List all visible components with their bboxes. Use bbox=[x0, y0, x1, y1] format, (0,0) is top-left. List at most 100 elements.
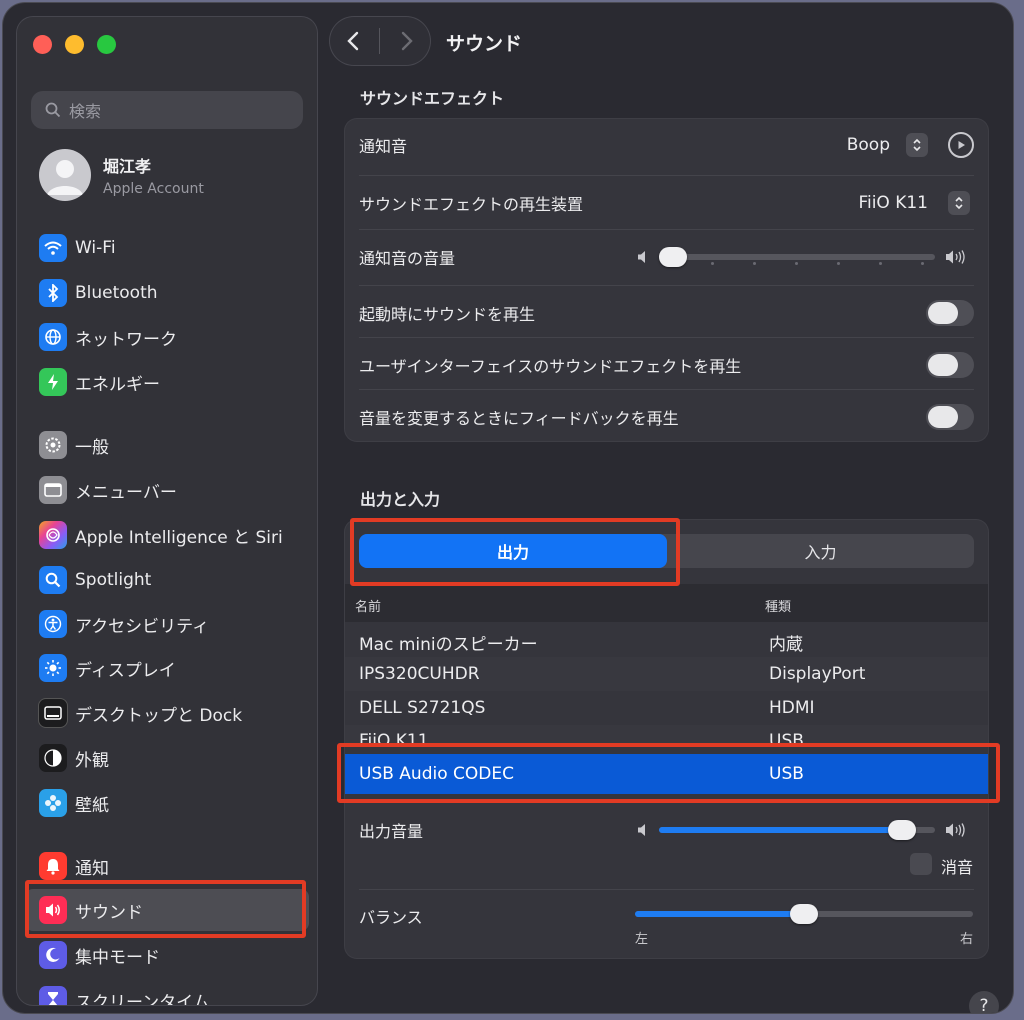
sidebar-item-label: ディスプレイ bbox=[75, 660, 176, 681]
sidebar-item-label: 集中モード bbox=[75, 947, 160, 968]
sidebar-item-network[interactable]: ネットワーク bbox=[25, 316, 309, 358]
chevron-right-icon bbox=[401, 31, 413, 51]
sidebar-item-label: 壁紙 bbox=[75, 795, 109, 816]
sidebar-item-label: Bluetooth bbox=[75, 283, 158, 303]
tab-input[interactable]: 入力 bbox=[667, 534, 974, 568]
startup-sound-label: 起動時にサウンドを再生 bbox=[359, 305, 536, 324]
sun-icon bbox=[39, 654, 67, 682]
sidebar-item-bluetooth[interactable]: Bluetooth bbox=[25, 272, 309, 314]
battery-bolt-icon bbox=[39, 368, 67, 396]
sidebar-item-focus[interactable]: 集中モード bbox=[25, 934, 309, 976]
magnifier-icon bbox=[39, 566, 67, 594]
page-title: サウンド bbox=[446, 33, 523, 55]
sidebar-item-accessibility[interactable]: アクセシビリティ bbox=[25, 603, 309, 645]
ui-sound-label: ユーザインターフェイスのサウンドエフェクトを再生 bbox=[359, 357, 742, 376]
menubar-icon bbox=[39, 476, 67, 504]
sidebar-item-general[interactable]: 一般 bbox=[25, 424, 309, 466]
output-volume-slider[interactable] bbox=[659, 820, 935, 840]
table-row[interactable]: IPS320CUHDR DisplayPort bbox=[345, 657, 988, 691]
sidebar-item-desktop-dock[interactable]: デスクトップと Dock bbox=[25, 692, 309, 734]
sidebar-item-screen-time[interactable]: スクリーンタイム bbox=[25, 979, 309, 1005]
balance-knob[interactable] bbox=[790, 904, 818, 924]
output-volume-row: 出力音量 bbox=[345, 804, 988, 856]
chevron-left-icon bbox=[346, 31, 358, 51]
volume-feedback-toggle[interactable] bbox=[926, 404, 974, 430]
sidebar-item-label: エネルギー bbox=[75, 374, 160, 395]
search-placeholder: 検索 bbox=[69, 102, 102, 121]
help-button[interactable]: ? bbox=[969, 991, 999, 1013]
appearance-icon bbox=[39, 744, 67, 772]
bluetooth-icon bbox=[39, 279, 67, 307]
output-volume-label: 出力音量 bbox=[359, 822, 424, 841]
output-volume-fill bbox=[659, 827, 902, 833]
sidebar-item-label: デスクトップと Dock bbox=[75, 705, 243, 726]
globe-icon bbox=[39, 323, 67, 351]
alert-volume-slider[interactable] bbox=[659, 247, 935, 267]
sidebar-item-siri[interactable]: Apple Intelligence と Siri bbox=[25, 514, 309, 556]
close-button[interactable] bbox=[33, 35, 52, 54]
alert-volume-row: 通知音の音量 bbox=[345, 231, 988, 283]
hourglass-icon bbox=[39, 986, 67, 1005]
sidebar-item-menubar[interactable]: メニューバー bbox=[25, 469, 309, 511]
sound-effects-title: サウンドエフェクト bbox=[360, 89, 505, 108]
startup-sound-row: 起動時にサウンドを再生 bbox=[345, 287, 988, 339]
account-name: 堀江孝 bbox=[103, 157, 152, 176]
output-volume-knob[interactable] bbox=[887, 820, 916, 840]
speaker-high-icon bbox=[946, 250, 965, 264]
zoom-button[interactable] bbox=[97, 35, 116, 54]
search-input[interactable]: 検索 bbox=[31, 91, 303, 129]
alert-volume-label: 通知音の音量 bbox=[359, 249, 456, 268]
mute-checkbox[interactable] bbox=[910, 853, 932, 875]
avatar bbox=[39, 149, 91, 201]
moon-icon bbox=[39, 941, 67, 969]
wifi-icon bbox=[39, 234, 67, 262]
alert-sound-stepper[interactable] bbox=[906, 133, 928, 157]
sidebar-item-wifi[interactable]: Wi-Fi bbox=[25, 227, 309, 269]
play-through-stepper[interactable] bbox=[948, 191, 970, 215]
sidebar-item-spotlight[interactable]: Spotlight bbox=[25, 559, 309, 601]
sidebar-item-label: 一般 bbox=[75, 437, 109, 458]
table-row[interactable]: DELL S2721QS HDMI bbox=[345, 691, 988, 725]
sidebar: 検索 堀江孝 Apple Account Wi-Fi Bluetooth ネット… bbox=[17, 17, 317, 1005]
settings-window: 検索 堀江孝 Apple Account Wi-Fi Bluetooth ネット… bbox=[3, 3, 1013, 1013]
apple-account[interactable]: 堀江孝 Apple Account bbox=[39, 149, 204, 201]
highlight-sound bbox=[25, 880, 306, 938]
wallpaper-icon bbox=[39, 789, 67, 817]
highlight-selected-device bbox=[337, 743, 1000, 803]
forward-button[interactable] bbox=[384, 17, 429, 65]
navigation-buttons bbox=[330, 17, 430, 65]
sidebar-item-energy[interactable]: エネルギー bbox=[25, 361, 309, 403]
sidebar-item-wallpaper[interactable]: 壁紙 bbox=[25, 782, 309, 824]
sidebar-item-display[interactable]: ディスプレイ bbox=[25, 647, 309, 689]
table-row[interactable]: Mac miniのスピーカー 内蔵 bbox=[345, 623, 988, 657]
volume-feedback-row: 音量を変更するときにフィードバックを再生 bbox=[345, 391, 988, 443]
alert-volume-knob[interactable] bbox=[659, 247, 687, 267]
play-through-popup[interactable]: FiiO K11 bbox=[858, 193, 928, 213]
sidebar-item-label: 通知 bbox=[75, 858, 109, 879]
sidebar-item-label: スクリーンタイム bbox=[75, 992, 210, 1006]
balance-row: バランス 左 右 bbox=[345, 890, 988, 947]
siri-icon bbox=[39, 521, 67, 549]
column-name[interactable]: 名前 bbox=[355, 596, 381, 615]
highlight-output-tab bbox=[350, 518, 680, 586]
play-button[interactable] bbox=[948, 132, 974, 158]
speaker-high-icon bbox=[946, 823, 965, 837]
balance-slider[interactable] bbox=[635, 904, 973, 924]
sidebar-item-label: Wi-Fi bbox=[75, 238, 116, 258]
mute-label: 消音 bbox=[941, 858, 974, 877]
sidebar-item-appearance[interactable]: 外観 bbox=[25, 737, 309, 779]
alert-sound-popup[interactable]: Boop bbox=[847, 135, 890, 155]
gear-icon bbox=[39, 431, 67, 459]
startup-sound-toggle[interactable] bbox=[926, 300, 974, 326]
chevron-updown-icon bbox=[955, 196, 963, 210]
minimize-button[interactable] bbox=[65, 35, 84, 54]
balance-fill bbox=[635, 911, 804, 917]
balance-left-label: 左 bbox=[635, 932, 649, 947]
ui-sound-toggle[interactable] bbox=[926, 352, 974, 378]
back-button[interactable] bbox=[330, 17, 375, 65]
main-pane: サウンド サウンドエフェクト 通知音 Boop サウンドエフェクトの再生装置 F… bbox=[318, 3, 1013, 1013]
bell-icon bbox=[39, 852, 67, 880]
speaker-low-icon bbox=[638, 824, 645, 836]
alert-sound-row: 通知音 Boop bbox=[345, 119, 988, 171]
column-type[interactable]: 種類 bbox=[765, 596, 791, 615]
